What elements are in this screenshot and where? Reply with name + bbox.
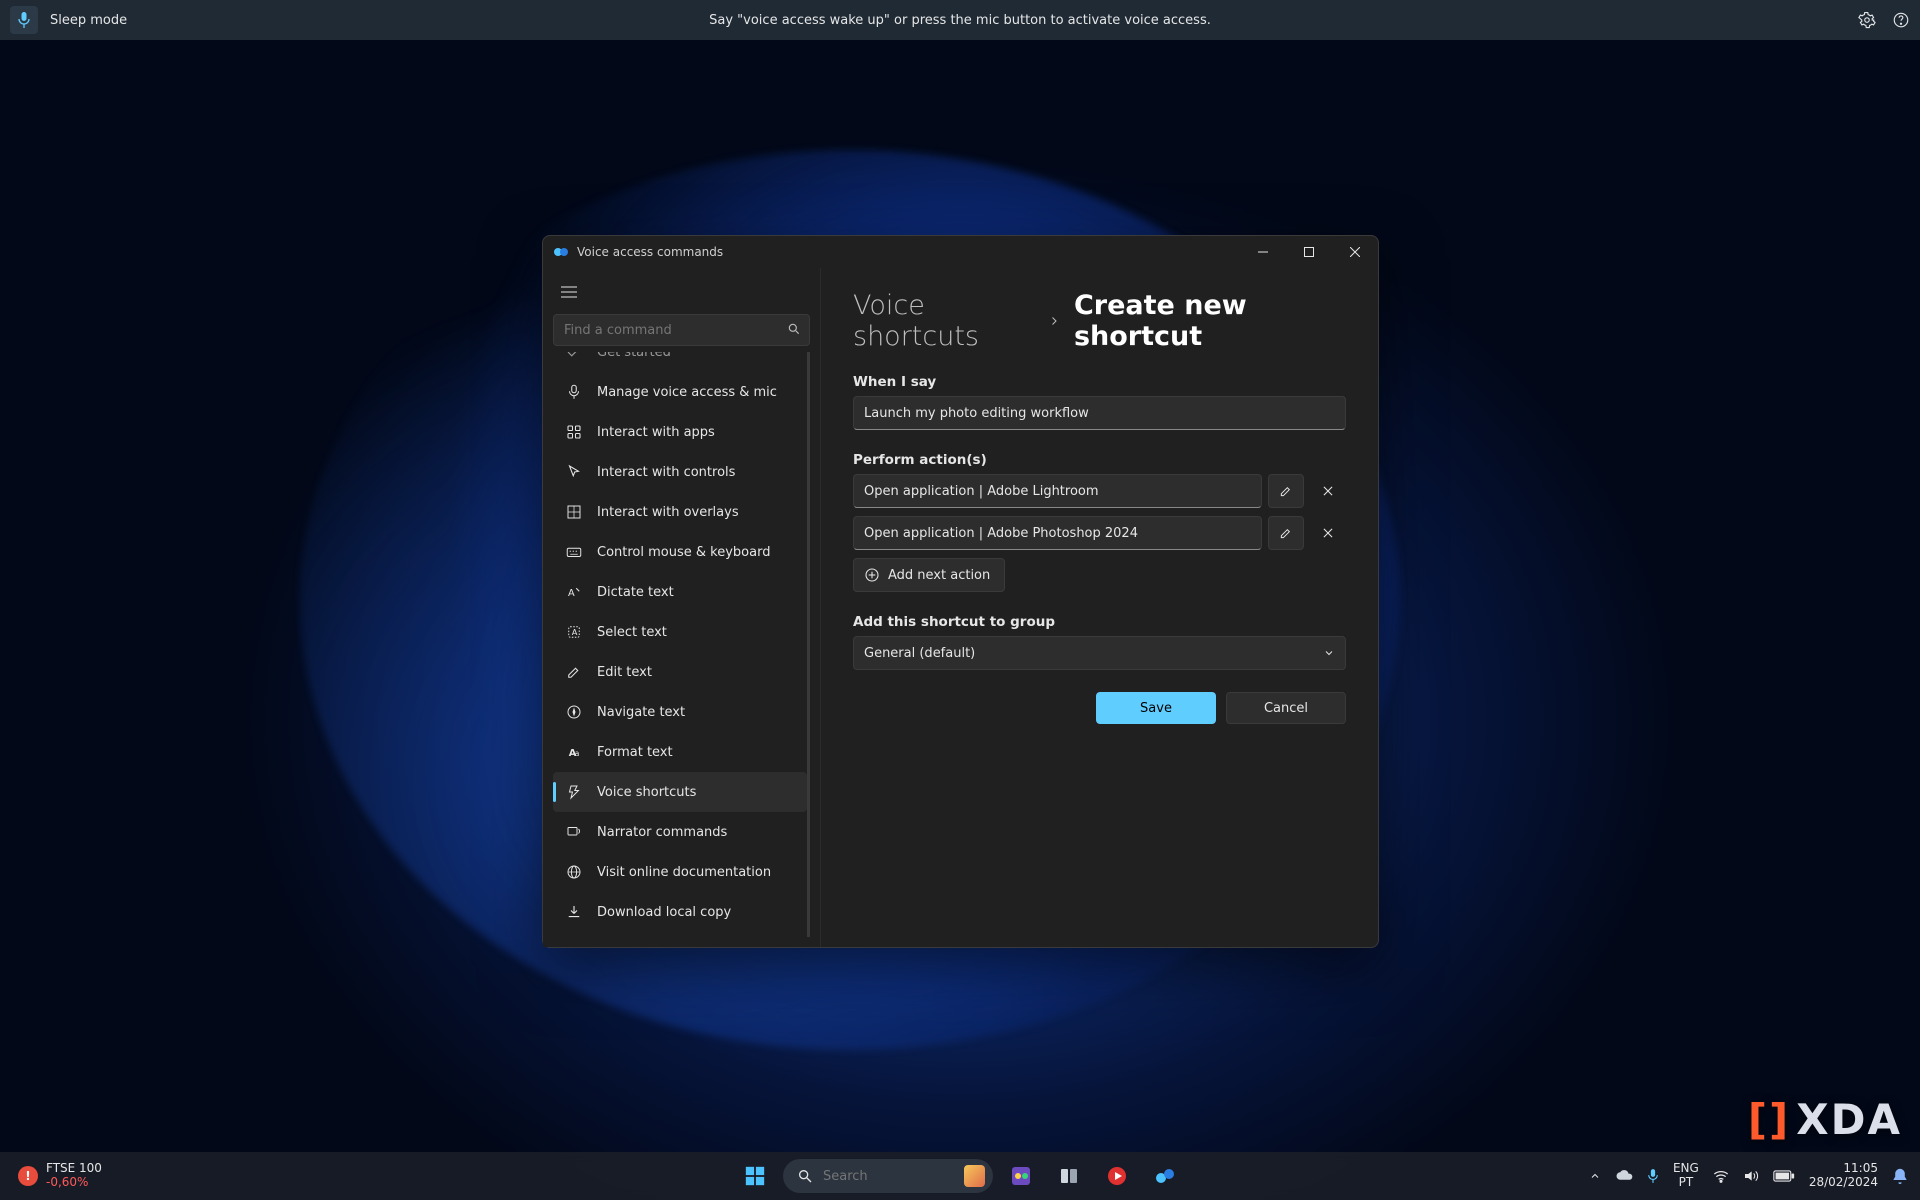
watermark-bracket: [] [1748,1095,1790,1144]
shortcut-icon [565,783,583,801]
sidebar-item-navigate-text[interactable]: Navigate text [553,692,807,732]
chevron-down-icon [1323,647,1335,659]
apps-icon [565,423,583,441]
main-pane: Voice shortcuts Create new shortcut When… [821,268,1378,947]
taskbar-app-1[interactable] [1001,1156,1041,1196]
select-icon: A [565,623,583,641]
sidebar-item-label: Download local copy [597,905,731,920]
svg-text:A: A [568,588,575,599]
sidebar-scrollbar[interactable] [807,366,810,696]
group-dropdown[interactable]: General (default) [853,636,1346,670]
sidebar-item-interact-with-overlays[interactable]: Interact with overlays [553,492,807,532]
globe-icon [565,863,583,881]
search-highlight-icon [964,1165,985,1187]
sidebar-item-label: Interact with overlays [597,505,739,520]
sidebar-item-edit-text[interactable]: Edit text [553,652,807,692]
narrator-icon [565,823,583,841]
sidebar-item-label: Manage voice access & mic [597,385,777,400]
maximize-button[interactable] [1286,236,1332,268]
navigate-icon [565,703,583,721]
sidebar-item-label: Voice shortcuts [597,785,696,800]
plus-circle-icon [864,567,880,583]
save-button[interactable]: Save [1096,692,1216,724]
search-icon [787,322,801,336]
svg-text:A: A [572,627,578,637]
taskbar-app-3[interactable] [1097,1156,1137,1196]
action-field[interactable]: Open application | Adobe Lightroom [853,474,1262,508]
taskbar-app-2[interactable] [1049,1156,1089,1196]
remove-action-button[interactable] [1310,474,1346,508]
sidebar-item-narrator-commands[interactable]: Narrator commands [553,812,807,852]
edit-icon [565,663,583,681]
sidebar-item-label: Narrator commands [597,825,727,840]
taskbar-voice-access[interactable] [1145,1156,1185,1196]
taskbar-search[interactable] [783,1159,993,1193]
command-search-input[interactable] [564,323,779,338]
command-search[interactable] [553,314,810,346]
grid-icon [565,503,583,521]
sidebar-item-manage-voice-access-mic[interactable]: Manage voice access & mic [553,372,807,412]
voice-access-commands-window: Voice access commands Get started Manage … [542,235,1379,948]
taskbar: FTSE 100 -0,60% ENG PT 11:05 [0,1152,1920,1200]
action-row: Open application | Adobe Photoshop 2024 [853,516,1346,550]
sidebar-item-control-mouse-keyboard[interactable]: Control mouse & keyboard [553,532,807,572]
sidebar-item-label: Format text [597,745,673,760]
sidebar: Get started Manage voice access & mic Inte… [543,268,821,947]
when-i-say-label: When I say [853,374,1346,390]
edit-action-button[interactable] [1268,516,1304,550]
search-icon [797,1168,813,1184]
sidebar-item-label: Navigate text [597,705,685,720]
sidebar-item-label: Dictate text [597,585,674,600]
when-i-say-input[interactable]: Launch my photo editing workflow [853,396,1346,430]
sidebar-item-label: Select text [597,625,667,640]
cancel-button[interactable]: Cancel [1226,692,1346,724]
sidebar-item-label: Get started [597,352,671,360]
add-next-action-button[interactable]: Add next action [853,558,1005,592]
sidebar-item-visit-online-documentation[interactable]: Visit online documentation [553,852,807,892]
sidebar-item-label: Edit text [597,665,652,680]
sidebar-item-voice-shortcuts[interactable]: Voice shortcuts [553,772,807,812]
svg-text:a: a [575,749,580,758]
sidebar-item-label: Interact with apps [597,425,715,440]
voice-access-bar: Sleep mode Say "voice access wake up" or… [0,0,1920,40]
edit-action-button[interactable] [1268,474,1304,508]
start-button[interactable] [735,1156,775,1196]
action-row: Open application | Adobe Lightroom [853,474,1346,508]
sidebar-item-format-text[interactable]: Aa Format text [553,732,807,772]
minimize-button[interactable] [1240,236,1286,268]
download-icon [565,903,583,921]
sidebar-item-download-local-copy[interactable]: Download local copy [553,892,807,932]
sidebar-item-get-started[interactable]: Get started [553,352,807,372]
perform-actions-label: Perform action(s) [853,452,1346,468]
sidebar-item-select-text[interactable]: A Select text [553,612,807,652]
sidebar-item-dictate-text[interactable]: A Dictate text [553,572,807,612]
format-icon: Aa [565,743,583,761]
remove-action-button[interactable] [1310,516,1346,550]
watermark: [] XDA [1748,1095,1902,1144]
mic-icon [565,383,583,401]
window-title: Voice access commands [577,245,723,259]
check-icon [565,352,583,361]
cursor-icon [565,463,583,481]
taskbar-search-input[interactable] [823,1169,954,1184]
sidebar-item-interact-with-controls[interactable]: Interact with controls [553,452,807,492]
close-button[interactable] [1332,236,1378,268]
sidebar-item-label: Control mouse & keyboard [597,545,770,560]
breadcrumb: Voice shortcuts Create new shortcut [853,290,1346,352]
dictate-icon: A [565,583,583,601]
sidebar-item-interact-with-apps[interactable]: Interact with apps [553,412,807,452]
app-icon [553,244,569,260]
breadcrumb-root[interactable]: Voice shortcuts [853,290,1034,352]
voice-hint: Say "voice access wake up" or press the … [0,13,1920,28]
sidebar-item-label: Interact with controls [597,465,735,480]
sidebar-list[interactable]: Get started Manage voice access & mic Inte… [553,352,810,937]
action-field[interactable]: Open application | Adobe Photoshop 2024 [853,516,1262,550]
chevron-right-icon [1048,315,1060,327]
hamburger-button[interactable] [553,276,585,308]
sidebar-item-label: Visit online documentation [597,865,771,880]
titlebar[interactable]: Voice access commands [543,236,1378,268]
breadcrumb-leaf: Create new shortcut [1074,290,1346,352]
group-label: Add this shortcut to group [853,614,1346,630]
keyboard-icon [565,543,583,561]
